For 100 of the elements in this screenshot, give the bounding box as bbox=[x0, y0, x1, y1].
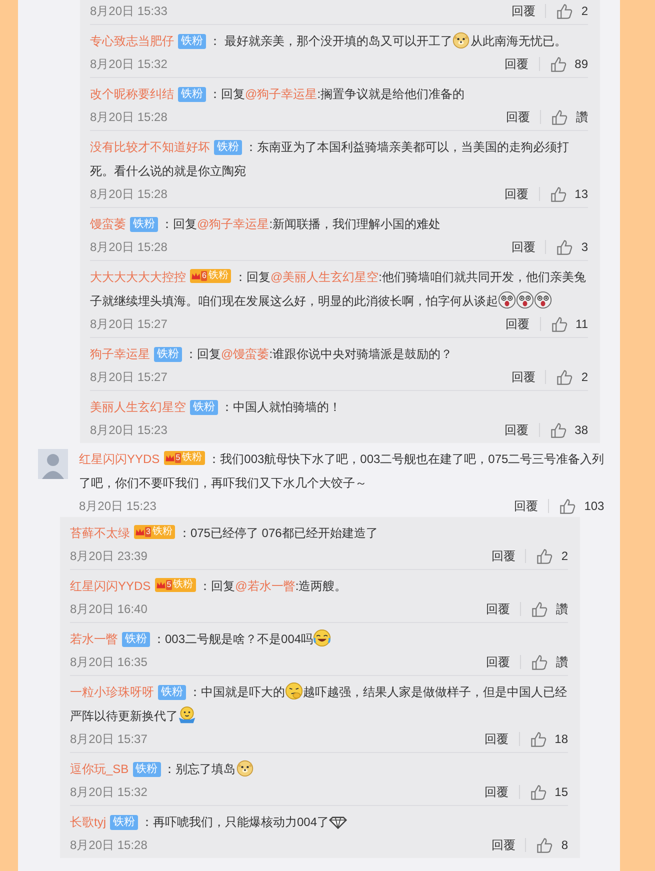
comment-text: ：再吓唬我们，只能爆核动力004了 bbox=[141, 815, 348, 829]
comment-text: 死。看什么说的就是你立陶宛 bbox=[90, 164, 246, 178]
like-button[interactable]: 89 bbox=[540, 53, 588, 75]
like-button[interactable]: 2 bbox=[546, 2, 588, 20]
timestamp: 8月20日 15:32 bbox=[70, 784, 148, 801]
comment-text: ：别忘了填岛 bbox=[164, 762, 254, 776]
thumbs-up-icon bbox=[536, 548, 554, 564]
comment-text: ：中国人就怕骑墙的！ bbox=[221, 400, 341, 414]
comment-text: ：东南亚为了本国利益骑墙亲美都可以，当美国的走狗必须打 bbox=[245, 140, 569, 154]
comment-text: ： 最好就亲美，那个没开填的岛又可以开工了 从此南海无忧已。 bbox=[209, 34, 566, 48]
thumbs-up-icon bbox=[531, 654, 548, 670]
timestamp: 8月20日 15:32 bbox=[90, 56, 168, 73]
fan-badge: 铁粉 bbox=[132, 762, 161, 777]
dog-face-icon bbox=[236, 759, 254, 777]
timestamp: 8月20日 23:39 bbox=[70, 548, 148, 565]
comment-text: 严阵以待更新换代了 bbox=[70, 709, 196, 723]
fan-badge: 铁粉 bbox=[130, 217, 158, 232]
timestamp: 8月20日 16:35 bbox=[70, 654, 148, 671]
thumbs-up-icon bbox=[556, 2, 574, 20]
like-button[interactable]: 18 bbox=[520, 728, 568, 750]
reply-link[interactable]: 回覆 bbox=[491, 549, 526, 563]
like-button[interactable]: 15 bbox=[520, 781, 568, 803]
thumbs-up-icon bbox=[556, 238, 574, 256]
reply-link[interactable]: 回覆 bbox=[514, 499, 550, 513]
thumbs-up-icon bbox=[550, 316, 568, 332]
timestamp: 8月20日 15:28 bbox=[90, 239, 168, 256]
crown-icon bbox=[135, 527, 145, 537]
reply-link[interactable]: 回覆 bbox=[486, 655, 521, 669]
like-button[interactable]: 讚 bbox=[521, 598, 568, 620]
comment-text: 了吧，你们不要吓我们，再吓我们又下水几个大饺子～ bbox=[79, 476, 367, 490]
comment-text: ：回复@狗子幸运星:搁置争议就是给他们准备的 bbox=[209, 87, 465, 101]
comment-text: ：003二号舰是啥？不是004吗 bbox=[153, 632, 332, 646]
fan-badge: 铁粉 bbox=[154, 347, 182, 362]
timestamp: 8月20日 15:28 bbox=[70, 837, 148, 854]
fan-level: 5 bbox=[166, 580, 172, 590]
fan-badge: 铁粉 bbox=[190, 400, 218, 415]
like-button[interactable]: 38 bbox=[540, 419, 588, 441]
reply-link[interactable]: 回覆 bbox=[511, 240, 546, 254]
thumbs-up-icon bbox=[556, 368, 574, 386]
timestamp: 8月20日 15:23 bbox=[79, 498, 158, 515]
reply-link[interactable]: 回覆 bbox=[511, 4, 546, 18]
face-icon bbox=[534, 291, 552, 309]
reply-link[interactable]: 回覆 bbox=[504, 423, 540, 437]
fan-badge: 铁粉 bbox=[214, 140, 242, 155]
badge-label: 铁粉 bbox=[182, 451, 202, 465]
reply-link[interactable]: 回覆 bbox=[484, 732, 520, 746]
timestamp: 8月20日 15:27 bbox=[90, 316, 168, 333]
timestamp: 8月20日 15:27 bbox=[90, 369, 168, 386]
thumbs-up-icon bbox=[551, 108, 568, 126]
reply-link[interactable]: 回覆 bbox=[506, 110, 541, 124]
comment-text: ：我们003航母快下水了吧，003二号舰也在建了吧，075二号三号准备入列 bbox=[208, 452, 604, 466]
like-button[interactable]: 11 bbox=[540, 313, 588, 335]
badge-label: 铁粉 bbox=[152, 525, 172, 539]
like-button[interactable]: 103 bbox=[549, 495, 604, 517]
reply-link[interactable]: 回覆 bbox=[504, 187, 540, 201]
badge-label: 铁粉 bbox=[208, 269, 228, 283]
shrugging-face-icon bbox=[178, 706, 196, 724]
reply-link[interactable]: 回覆 bbox=[484, 785, 520, 799]
thumbs-up-icon bbox=[530, 784, 547, 800]
thumbs-up-icon bbox=[559, 498, 576, 514]
fan-level: 5 bbox=[174, 453, 182, 463]
thumbs-up-icon bbox=[550, 186, 567, 202]
avatar bbox=[38, 449, 68, 479]
fan-level: 6 bbox=[201, 271, 208, 281]
like-button[interactable]: 讚 bbox=[521, 651, 568, 673]
thumbs-up-icon bbox=[536, 836, 554, 854]
face-icon bbox=[498, 291, 516, 309]
like-button[interactable]: 8 bbox=[526, 834, 568, 856]
dog-face-icon bbox=[452, 31, 470, 49]
fan-badge: 铁粉 bbox=[110, 815, 138, 830]
comment-text: ：075已经停了 076都已经开始建造了 bbox=[178, 526, 378, 540]
like-button[interactable]: 讚 bbox=[541, 106, 588, 128]
thumbs-up-icon bbox=[550, 56, 567, 72]
comment-text: ：回复@馒蛮萎:谁跟你说中央对骑墙派是鼓励的？ bbox=[185, 347, 453, 361]
like-button[interactable]: 13 bbox=[540, 183, 588, 205]
timestamp: 8月20日 15:28 bbox=[90, 186, 168, 203]
badge-label: 铁粉 bbox=[173, 578, 194, 592]
comment-text: ：回复@狗子幸运星:新闻联播，我们理解小国的难处 bbox=[161, 217, 441, 231]
thumbs-up-icon bbox=[531, 600, 548, 618]
comment-text: ：回复@美丽人生玄幻星空:他们骑墙咱们就共同开发，他们亲美兔 bbox=[234, 270, 586, 284]
timestamp: 8月20日 15:33 bbox=[90, 3, 168, 19]
fan-level: 3 bbox=[145, 527, 152, 537]
like-button[interactable]: 2 bbox=[546, 366, 588, 388]
fan-badge: 铁粉 bbox=[158, 685, 186, 700]
timestamp: 8月20日 15:28 bbox=[90, 109, 168, 126]
like-button[interactable]: 3 bbox=[546, 236, 588, 258]
comment-text: ：中国就是吓大的 越吓越强，结果人家是做做样子，但是中国人已经 bbox=[189, 685, 567, 699]
reply-link[interactable]: 回覆 bbox=[491, 838, 526, 852]
reply-link[interactable]: 回覆 bbox=[511, 370, 546, 384]
fan-badge: 铁粉 bbox=[122, 632, 150, 647]
timestamp: 8月20日 15:23 bbox=[90, 422, 168, 439]
reply-link[interactable]: 回覆 bbox=[486, 602, 521, 616]
reply-link[interactable]: 回覆 bbox=[506, 317, 541, 331]
like-button[interactable]: 2 bbox=[526, 545, 568, 567]
comment-text: 子就继续埋头填海。咱们现在发展这么好，明显的此消彼长啊，怕字何从谈起 bbox=[90, 294, 552, 308]
comment-text: ：回复@若水一瞥:造两艘。 bbox=[199, 579, 347, 593]
crown-icon bbox=[156, 580, 166, 590]
reply-link[interactable]: 回覆 bbox=[504, 57, 540, 71]
crown-icon bbox=[164, 453, 175, 463]
thumbs-up-icon bbox=[530, 730, 547, 748]
